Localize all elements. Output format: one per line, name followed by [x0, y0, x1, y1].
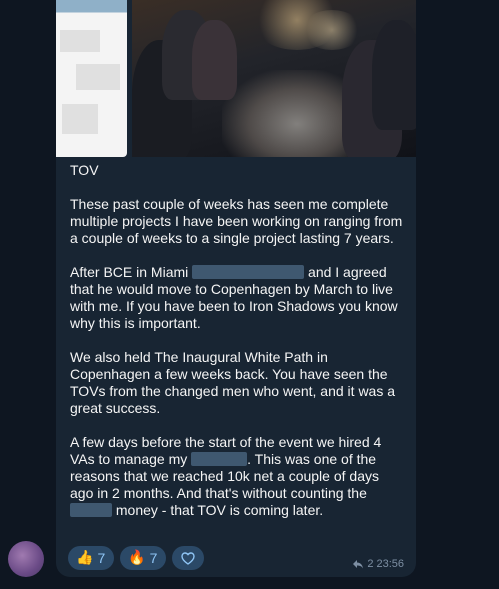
- reactions-bar: 👍 7 🔥 7: [68, 546, 205, 570]
- reaction-count: 7: [97, 550, 106, 566]
- message-paragraph-2: After BCE in Miami and I agreed that he …: [70, 264, 406, 332]
- reply-count[interactable]: 2: [367, 558, 373, 570]
- message-bubble: TOV These past couple of weeks has seen …: [56, 0, 416, 577]
- reaction-thumbs-up[interactable]: 👍 7: [68, 546, 115, 570]
- redacted-text: [192, 265, 305, 279]
- thumbs-up-icon: 👍: [76, 550, 94, 566]
- add-reaction-button[interactable]: [172, 546, 205, 570]
- media-album[interactable]: [56, 0, 416, 157]
- message-paragraph-4: A few days before the start of the event…: [70, 434, 406, 519]
- message-paragraph-1: These past couple of weeks has seen me c…: [70, 196, 403, 246]
- message-time: 23:56: [376, 558, 404, 570]
- text-span: After BCE in Miami: [70, 264, 189, 280]
- fire-icon: 🔥: [128, 550, 146, 566]
- redacted-text: [191, 452, 248, 466]
- reaction-fire[interactable]: 🔥 7: [120, 546, 167, 570]
- redacted-text: [70, 503, 112, 517]
- sender-avatar[interactable]: [8, 541, 44, 577]
- reply-icon[interactable]: [352, 559, 364, 569]
- message-meta: 2 23:56: [352, 558, 404, 570]
- message-title: TOV: [70, 162, 99, 178]
- add-reaction-icon: [181, 552, 196, 565]
- message-text: TOV These past couple of weeks has seen …: [70, 162, 406, 536]
- reaction-count: 7: [149, 550, 158, 566]
- photo-thumbnail-left[interactable]: [56, 0, 127, 157]
- message-paragraph-3: We also held The Inaugural White Path in…: [70, 349, 396, 416]
- photo-banquet[interactable]: [132, 0, 416, 157]
- text-span: money - that TOV is coming later.: [115, 502, 324, 518]
